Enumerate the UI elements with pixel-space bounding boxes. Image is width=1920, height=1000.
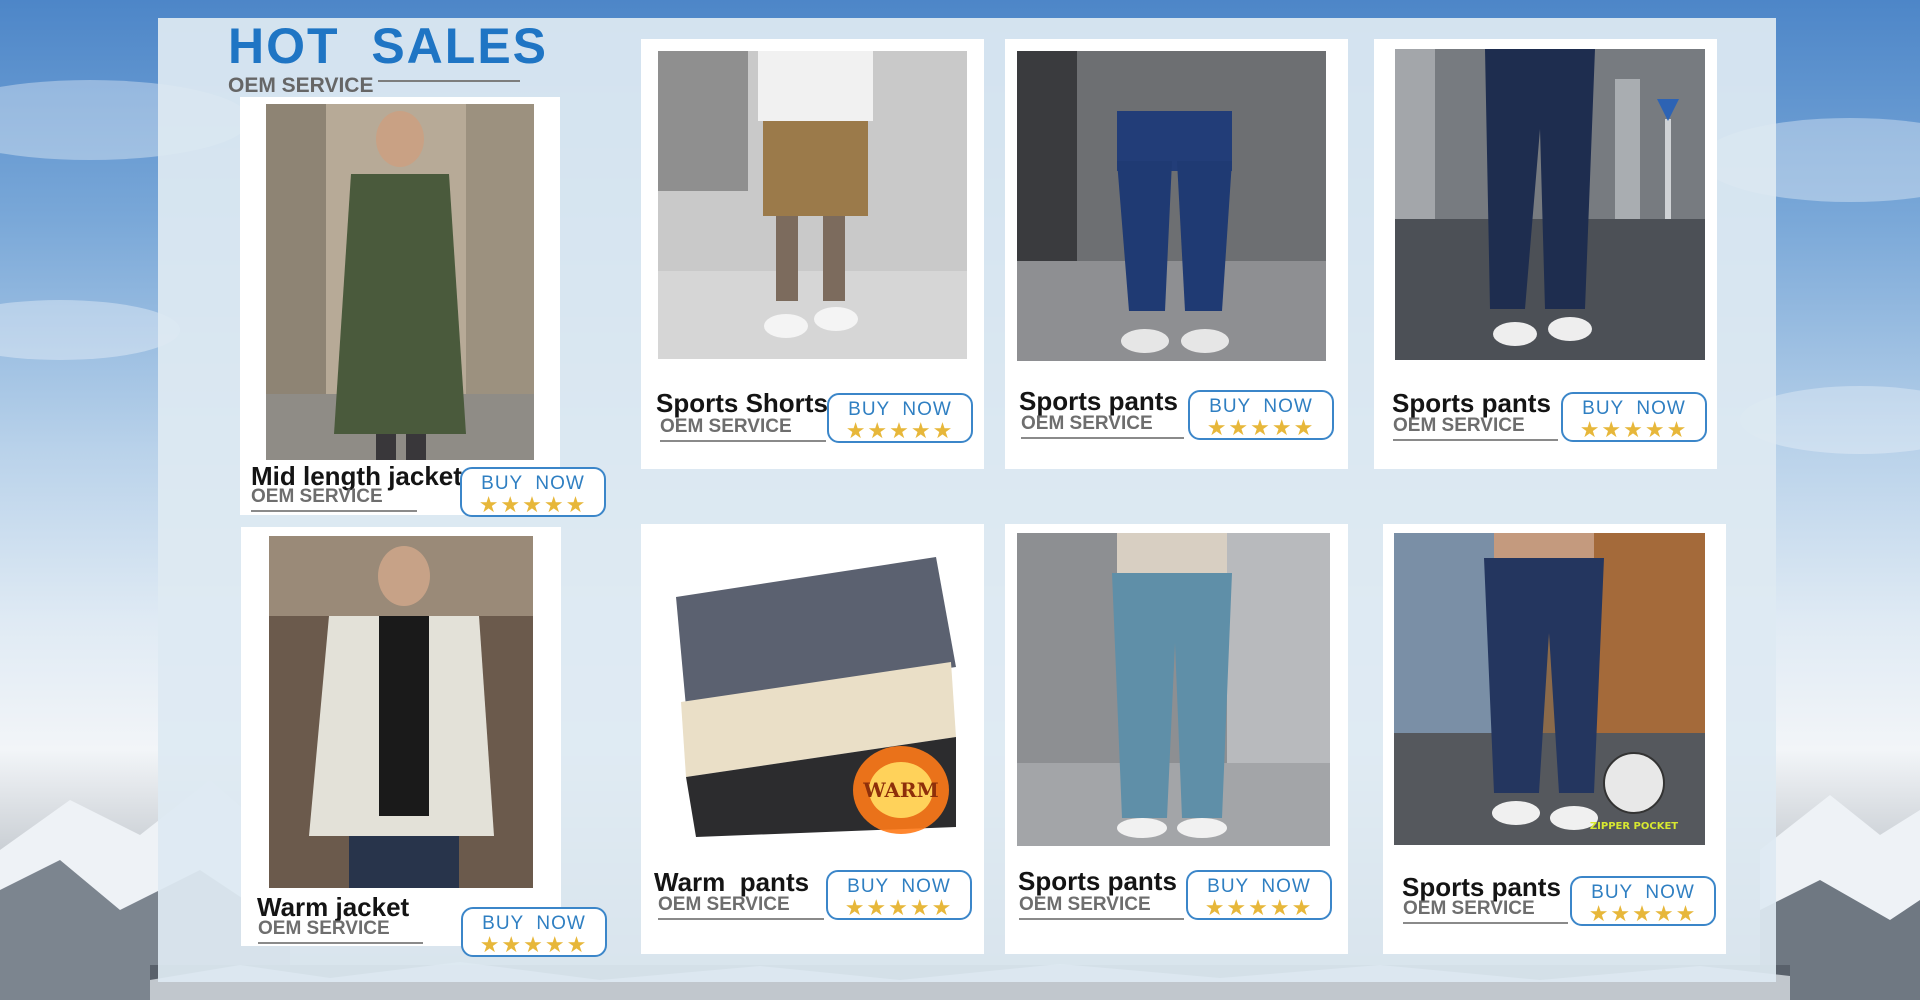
heading-divider [378, 80, 520, 82]
buy-now-button[interactable]: BUY NOW ★★★★★ [1186, 870, 1332, 920]
buy-now-label: BUY NOW [847, 876, 951, 897]
oem-service-label: OEM SERVICE [658, 895, 824, 920]
buy-now-label: BUY NOW [1207, 876, 1311, 897]
buy-now-button[interactable]: BUY NOW ★★★★★ [1570, 876, 1716, 926]
product-photo-blue-joggers[interactable] [1017, 51, 1326, 361]
rating-stars: ★★★★★ [1579, 417, 1689, 442]
buy-now-button[interactable]: BUY NOW ★★★★★ [461, 907, 607, 957]
rating-stars: ★★★★★ [478, 492, 588, 517]
product-photo-light-blue-pants[interactable] [1017, 533, 1330, 846]
product-name: Sports pants [1402, 872, 1561, 902]
oem-service-label: OEM SERVICE [1019, 895, 1184, 920]
buy-now-button[interactable]: BUY NOW ★★★★★ [827, 393, 973, 443]
rating-stars: ★★★★★ [1588, 901, 1698, 926]
product-name: Warm jacket [257, 892, 410, 922]
buy-now-button[interactable]: BUY NOW ★★★★★ [826, 870, 972, 920]
buy-now-label: BUY NOW [482, 913, 586, 934]
product-photo-white-puffer-jacket[interactable] [269, 536, 533, 888]
buy-now-label: BUY NOW [481, 473, 585, 494]
oem-service-label: OEM SERVICE [1393, 416, 1558, 441]
product-photo-fleece-lined-pants[interactable]: WARM [656, 537, 965, 847]
rating-stars: ★★★★★ [1204, 895, 1314, 920]
buy-now-button[interactable]: BUY NOW ★★★★★ [460, 467, 606, 517]
oem-service-label: OEM SERVICE [1403, 899, 1568, 924]
buy-now-label: BUY NOW [1209, 396, 1313, 417]
oem-service-label: OEM SERVICE [258, 919, 423, 944]
oem-service-label: OEM SERVICE [251, 487, 417, 512]
rating-stars: ★★★★★ [479, 932, 589, 957]
buy-now-button[interactable]: BUY NOW ★★★★★ [1188, 390, 1334, 440]
warm-badge-text: WARM [862, 778, 938, 802]
product-photo-navy-zipper-pants[interactable]: ZIPPER POCKET [1394, 533, 1705, 845]
product-name: Sports pants [1018, 866, 1177, 896]
product-name: Sports pants [1019, 386, 1178, 416]
page-title: HOT SALES [228, 18, 549, 74]
rating-stars: ★★★★★ [844, 895, 954, 920]
page-subtitle: OEM SERVICE [228, 74, 374, 97]
buy-now-label: BUY NOW [848, 399, 952, 420]
oem-service-label: OEM SERVICE [660, 417, 826, 442]
product-name: Sports Shorts [656, 388, 828, 418]
zipper-pocket-badge-text: ZIPPER POCKET [1590, 821, 1678, 832]
product-name: Warm pants [654, 867, 810, 897]
rating-stars: ★★★★★ [845, 418, 955, 443]
section-heading: HOT SALES OEM SERVICE [228, 20, 548, 98]
product-name: Sports pants [1392, 388, 1551, 418]
product-photo-navy-cargo-pants[interactable] [1395, 49, 1705, 360]
rating-stars: ★★★★★ [1206, 415, 1316, 440]
product-photo-green-jacket[interactable] [266, 104, 534, 460]
buy-now-label: BUY NOW [1582, 398, 1686, 419]
oem-service-label: OEM SERVICE [1021, 414, 1184, 439]
buy-now-button[interactable]: BUY NOW ★★★★★ [1561, 392, 1707, 442]
buy-now-label: BUY NOW [1591, 882, 1695, 903]
product-photo-khaki-shorts[interactable] [658, 51, 967, 359]
